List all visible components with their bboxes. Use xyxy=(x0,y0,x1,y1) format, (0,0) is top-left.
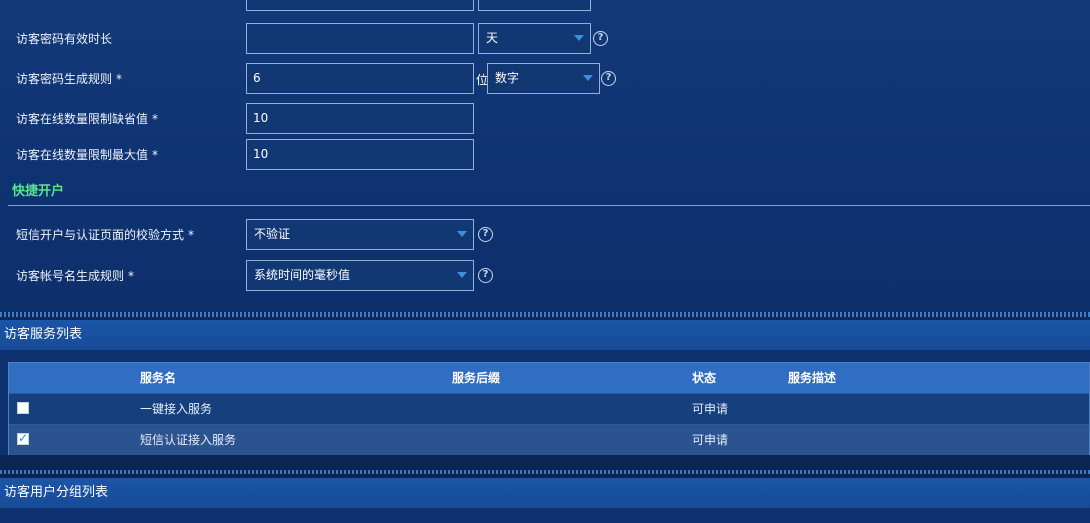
online-max-input[interactable]: 10 xyxy=(246,139,474,170)
status-cell: 可申请 xyxy=(692,433,729,447)
table-row[interactable]: 短信认证接入服务 可申请 xyxy=(9,424,1089,455)
column-header-service-suffix[interactable]: 服务后缀 xyxy=(452,363,500,393)
chevron-down-icon xyxy=(574,35,584,41)
group-list-header: 访客用户分组列表 xyxy=(0,478,1090,508)
account-rule-select[interactable]: 系统时间的毫秒值 xyxy=(246,260,474,291)
help-icon[interactable]: ? xyxy=(601,71,616,86)
quick-open-section-title: 快捷开户 xyxy=(12,184,65,199)
account-rule-label: 访客帐号名生成规则 * xyxy=(16,269,135,283)
service-table: 服务名 服务后缀 状态 服务描述 一键接入服务 可申请 短信认证接入服务 可申请 xyxy=(8,362,1090,456)
table-row[interactable]: 一键接入服务 可申请 xyxy=(9,393,1089,424)
online-default-label: 访客在线数量限制缺省值 * xyxy=(16,112,159,126)
chevron-down-icon xyxy=(457,231,467,237)
pwd-rule-type-select[interactable]: 数字 xyxy=(487,63,600,94)
verify-method-value: 不验证 xyxy=(254,227,291,241)
account-rule-value: 系统时间的毫秒值 xyxy=(254,268,351,282)
help-icon[interactable]: ? xyxy=(478,227,493,242)
service-name-cell: 短信认证接入服务 xyxy=(140,433,237,447)
top-partial-input[interactable] xyxy=(246,0,474,11)
pwd-validity-label: 访客密码有效时长 xyxy=(16,32,113,46)
pwd-validity-unit-value: 天 xyxy=(486,31,499,45)
pwd-rule-label: 访客密码生成规则 * xyxy=(16,72,123,86)
column-header-description[interactable]: 服务描述 xyxy=(788,363,836,393)
section-divider xyxy=(8,205,1090,206)
row-checkbox[interactable] xyxy=(17,402,29,414)
verify-method-select[interactable]: 不验证 xyxy=(246,219,474,250)
row-checkbox[interactable] xyxy=(17,431,29,445)
help-icon[interactable]: ? xyxy=(478,268,493,283)
service-name-cell: 一键接入服务 xyxy=(140,402,213,416)
pwd-validity-input[interactable] xyxy=(246,23,474,54)
pwd-validity-unit-select[interactable]: 天 xyxy=(478,23,591,54)
status-cell: 可申请 xyxy=(692,402,729,416)
online-max-label: 访客在线数量限制最大值 * xyxy=(16,148,159,162)
pwd-rule-type-value: 数字 xyxy=(495,71,520,85)
group-list-body xyxy=(0,508,1090,523)
service-list-header: 访客服务列表 xyxy=(0,320,1090,350)
service-list-title: 访客服务列表 xyxy=(4,327,83,342)
chevron-down-icon xyxy=(583,75,593,81)
panel-separator xyxy=(0,312,1090,317)
table-header-row: 服务名 服务后缀 状态 服务描述 xyxy=(9,363,1089,393)
chevron-down-icon xyxy=(457,272,467,278)
group-list-title: 访客用户分组列表 xyxy=(4,485,109,500)
panel-separator xyxy=(0,470,1090,474)
top-partial-select[interactable] xyxy=(478,0,591,11)
column-header-service-name[interactable]: 服务名 xyxy=(140,363,176,393)
visitor-settings-form: 访客密码有效时长 天 ? 访客密码生成规则 * 6 位 数字 ? 访客在线数量限制… xyxy=(0,0,1090,312)
verify-method-label: 短信开户与认证页面的校验方式 * xyxy=(16,228,195,242)
pwd-rule-length-input[interactable]: 6 xyxy=(246,63,474,94)
column-header-status[interactable]: 状态 xyxy=(692,363,716,393)
online-default-input[interactable]: 10 xyxy=(246,103,474,134)
help-icon[interactable]: ? xyxy=(593,31,608,46)
